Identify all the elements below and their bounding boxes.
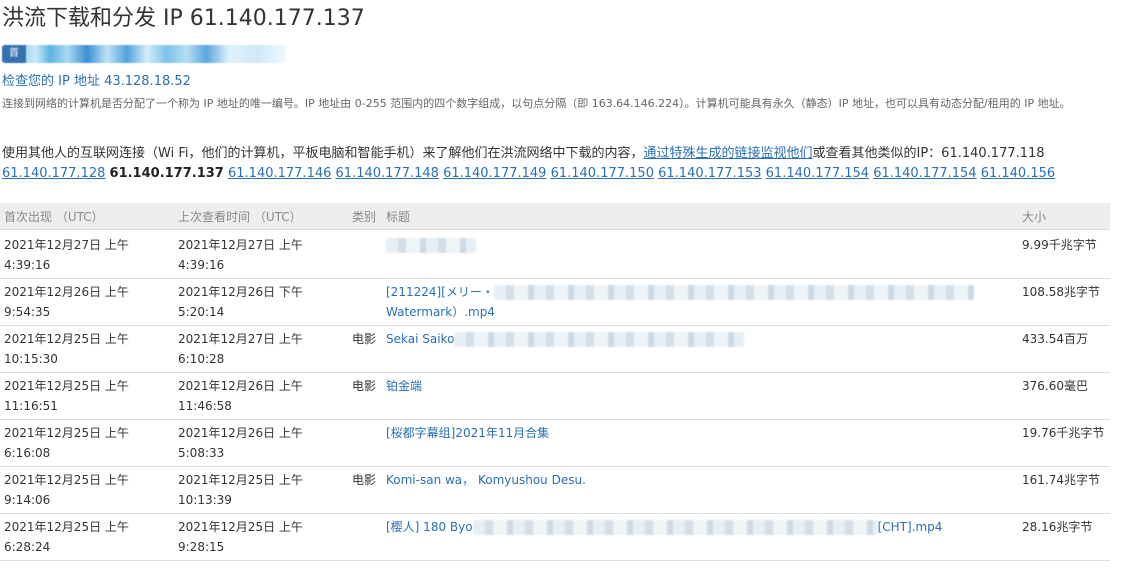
monitor-link[interactable]: 通过特殊生成的链接监视他们 <box>643 146 812 161</box>
table-row: 2021年12月25日 上午 11:16:51 2021年12月26日 上午 11:… <box>0 372 1110 420</box>
first-seen-cell: 2021年12月25日 上午 6:16:08 <box>0 419 174 467</box>
header-last-seen[interactable]: 上次查看时间 （UTC） <box>174 203 348 230</box>
size-cell: 19.76千兆字节 <box>1018 419 1110 467</box>
banner-badge: 首 <box>2 45 26 63</box>
category-cell <box>348 278 382 326</box>
last-seen-cell: 2021年12月26日 上午 11:46:58 <box>174 372 348 420</box>
header-category[interactable]: 类别 <box>348 203 382 230</box>
redacted-banner: 首 <box>2 45 286 63</box>
redacted-title <box>454 332 745 347</box>
usage-paragraph: 使用其他人的互联网连接（Wi Fi，他们的计算机，平板电脑和智能手机）来了解他们… <box>2 144 1118 184</box>
similar-ip-link[interactable]: 61.140.156 <box>981 166 1055 181</box>
torrent-title-link[interactable]: Komi-san wa， Komyushou Desu. <box>386 473 586 487</box>
usage-text-after: 或查看其他类似的IP： <box>812 146 942 161</box>
title-cell[interactable] <box>382 229 1018 279</box>
similar-ip-link[interactable]: 61.140.177.148 <box>336 166 439 181</box>
last-seen-cell: 2021年12月27日 上午 4:39:16 <box>174 229 348 279</box>
title-cell[interactable]: 铂金端 <box>382 372 1018 420</box>
table-row: 2021年12月27日 上午 4:39:16 2021年12月27日 上午 4:39… <box>0 229 1110 279</box>
torrent-title-link[interactable]: 铂金端 <box>386 379 422 393</box>
page: 洪流下载和分发 IP 61.140.177.137 首 检查您的 IP 地址 4… <box>0 0 1128 572</box>
redacted-title <box>493 285 974 300</box>
first-seen-cell: 2021年12月25日 上午 11:16:51 <box>0 372 174 420</box>
similar-ip-link[interactable]: 61.140.177.146 <box>228 166 331 181</box>
table-header-row: 首次出现 （UTC） 上次查看时间 （UTC） 类别 标题 大小 <box>0 203 1110 230</box>
category-cell <box>348 419 382 467</box>
check-ip-link[interactable]: 检查您的 IP 地址 43.128.18.52 <box>2 73 191 91</box>
table-row: 2021年12月25日 上午 9:14:06 2021年12月25日 上午 10:1… <box>0 466 1110 514</box>
table-row: 2021年12月25日 上午 6:16:08 2021年12月26日 上午 5:08… <box>0 419 1110 467</box>
current-ip: 61.140.177.137 <box>109 166 224 181</box>
similar-ip-first: 61.140.177.118 <box>941 146 1045 161</box>
last-seen-cell: 2021年12月26日 下午 5:20:14 <box>174 278 348 326</box>
page-title: 洪流下载和分发 IP 61.140.177.137 <box>2 6 365 31</box>
torrent-title-link[interactable]: [桜都字幕组]2021年11月合集 <box>386 426 549 440</box>
size-cell: 433.54百万 <box>1018 325 1110 373</box>
header-first-seen[interactable]: 首次出现 （UTC） <box>0 203 174 230</box>
last-seen-cell: 2021年12月25日 上午 10:13:39 <box>174 466 348 514</box>
table-row: 2021年12月26日 上午 9:54:35 2021年12月26日 下午 5:20… <box>0 278 1110 326</box>
size-cell: 9.99千兆字节 <box>1018 229 1110 279</box>
size-cell: 28.16兆字节 <box>1018 513 1110 561</box>
category-cell: 电影 <box>348 372 382 420</box>
torrent-title-link[interactable]: Sekai Saiko <box>386 332 745 347</box>
last-seen-cell: 2021年12月27日 上午 6:10:28 <box>174 325 348 373</box>
similar-ip-link[interactable]: 61.140.177.149 <box>443 166 546 181</box>
similar-ip-link[interactable]: 61.140.177.128 <box>2 166 105 181</box>
similar-ip-link[interactable]: 61.140.177.150 <box>551 166 654 181</box>
similar-ip-link[interactable]: 61.140.177.154 <box>766 166 869 181</box>
size-cell: 161.74兆字节 <box>1018 466 1110 514</box>
first-seen-cell: 2021年12月25日 上午 10:15:30 <box>0 325 174 373</box>
redacted-title <box>472 520 878 535</box>
size-cell: 376.60毫巴 <box>1018 372 1110 420</box>
torrent-table: 首次出现 （UTC） 上次查看时间 （UTC） 类别 标题 大小 2021年12… <box>0 203 1110 561</box>
header-size[interactable]: 大小 <box>1018 203 1110 230</box>
usage-text-before: 使用其他人的互联网连接（Wi Fi，他们的计算机，平板电脑和智能手机）来了解他们… <box>2 146 644 161</box>
title-cell[interactable]: [桜都字幕组]2021年11月合集 <box>382 419 1018 467</box>
torrent-title-link[interactable]: [211224][メリー・ Watermark）.mp4 <box>386 285 974 319</box>
similar-ip-link[interactable]: 61.140.177.153 <box>658 166 761 181</box>
ip-description: 连接到网络的计算机是否分配了一个称为 IP 地址的唯一编号。IP 地址由 0-2… <box>2 97 1071 110</box>
redacted-title <box>386 238 476 253</box>
similar-ip-link[interactable]: 61.140.177.154 <box>873 166 976 181</box>
category-cell <box>348 513 382 561</box>
last-seen-cell: 2021年12月26日 上午 5:08:33 <box>174 419 348 467</box>
title-cell[interactable]: Sekai Saiko <box>382 325 1018 373</box>
title-cell[interactable]: Komi-san wa， Komyushou Desu. <box>382 466 1018 514</box>
first-seen-cell: 2021年12月27日 上午 4:39:16 <box>0 229 174 279</box>
first-seen-cell: 2021年12月25日 上午 9:14:06 <box>0 466 174 514</box>
first-seen-cell: 2021年12月25日 上午 6:28:24 <box>0 513 174 561</box>
last-seen-cell: 2021年12月25日 上午 9:28:15 <box>174 513 348 561</box>
category-cell: 电影 <box>348 466 382 514</box>
category-cell: 电影 <box>348 325 382 373</box>
header-title[interactable]: 标题 <box>382 203 1018 230</box>
size-cell: 108.58兆字节 <box>1018 278 1110 326</box>
category-cell <box>348 229 382 279</box>
table-row: 2021年12月25日 上午 6:28:24 2021年12月25日 上午 9:28… <box>0 513 1110 561</box>
title-cell[interactable]: [211224][メリー・ Watermark）.mp4 <box>382 278 1018 326</box>
torrent-title-link[interactable]: [樱人] 180 Byo [CHT].mp4 <box>386 520 942 535</box>
first-seen-cell: 2021年12月26日 上午 9:54:35 <box>0 278 174 326</box>
table-row: 2021年12月25日 上午 10:15:30 2021年12月27日 上午 6:1… <box>0 325 1110 373</box>
title-cell[interactable]: [樱人] 180 Byo [CHT].mp4 <box>382 513 1018 561</box>
